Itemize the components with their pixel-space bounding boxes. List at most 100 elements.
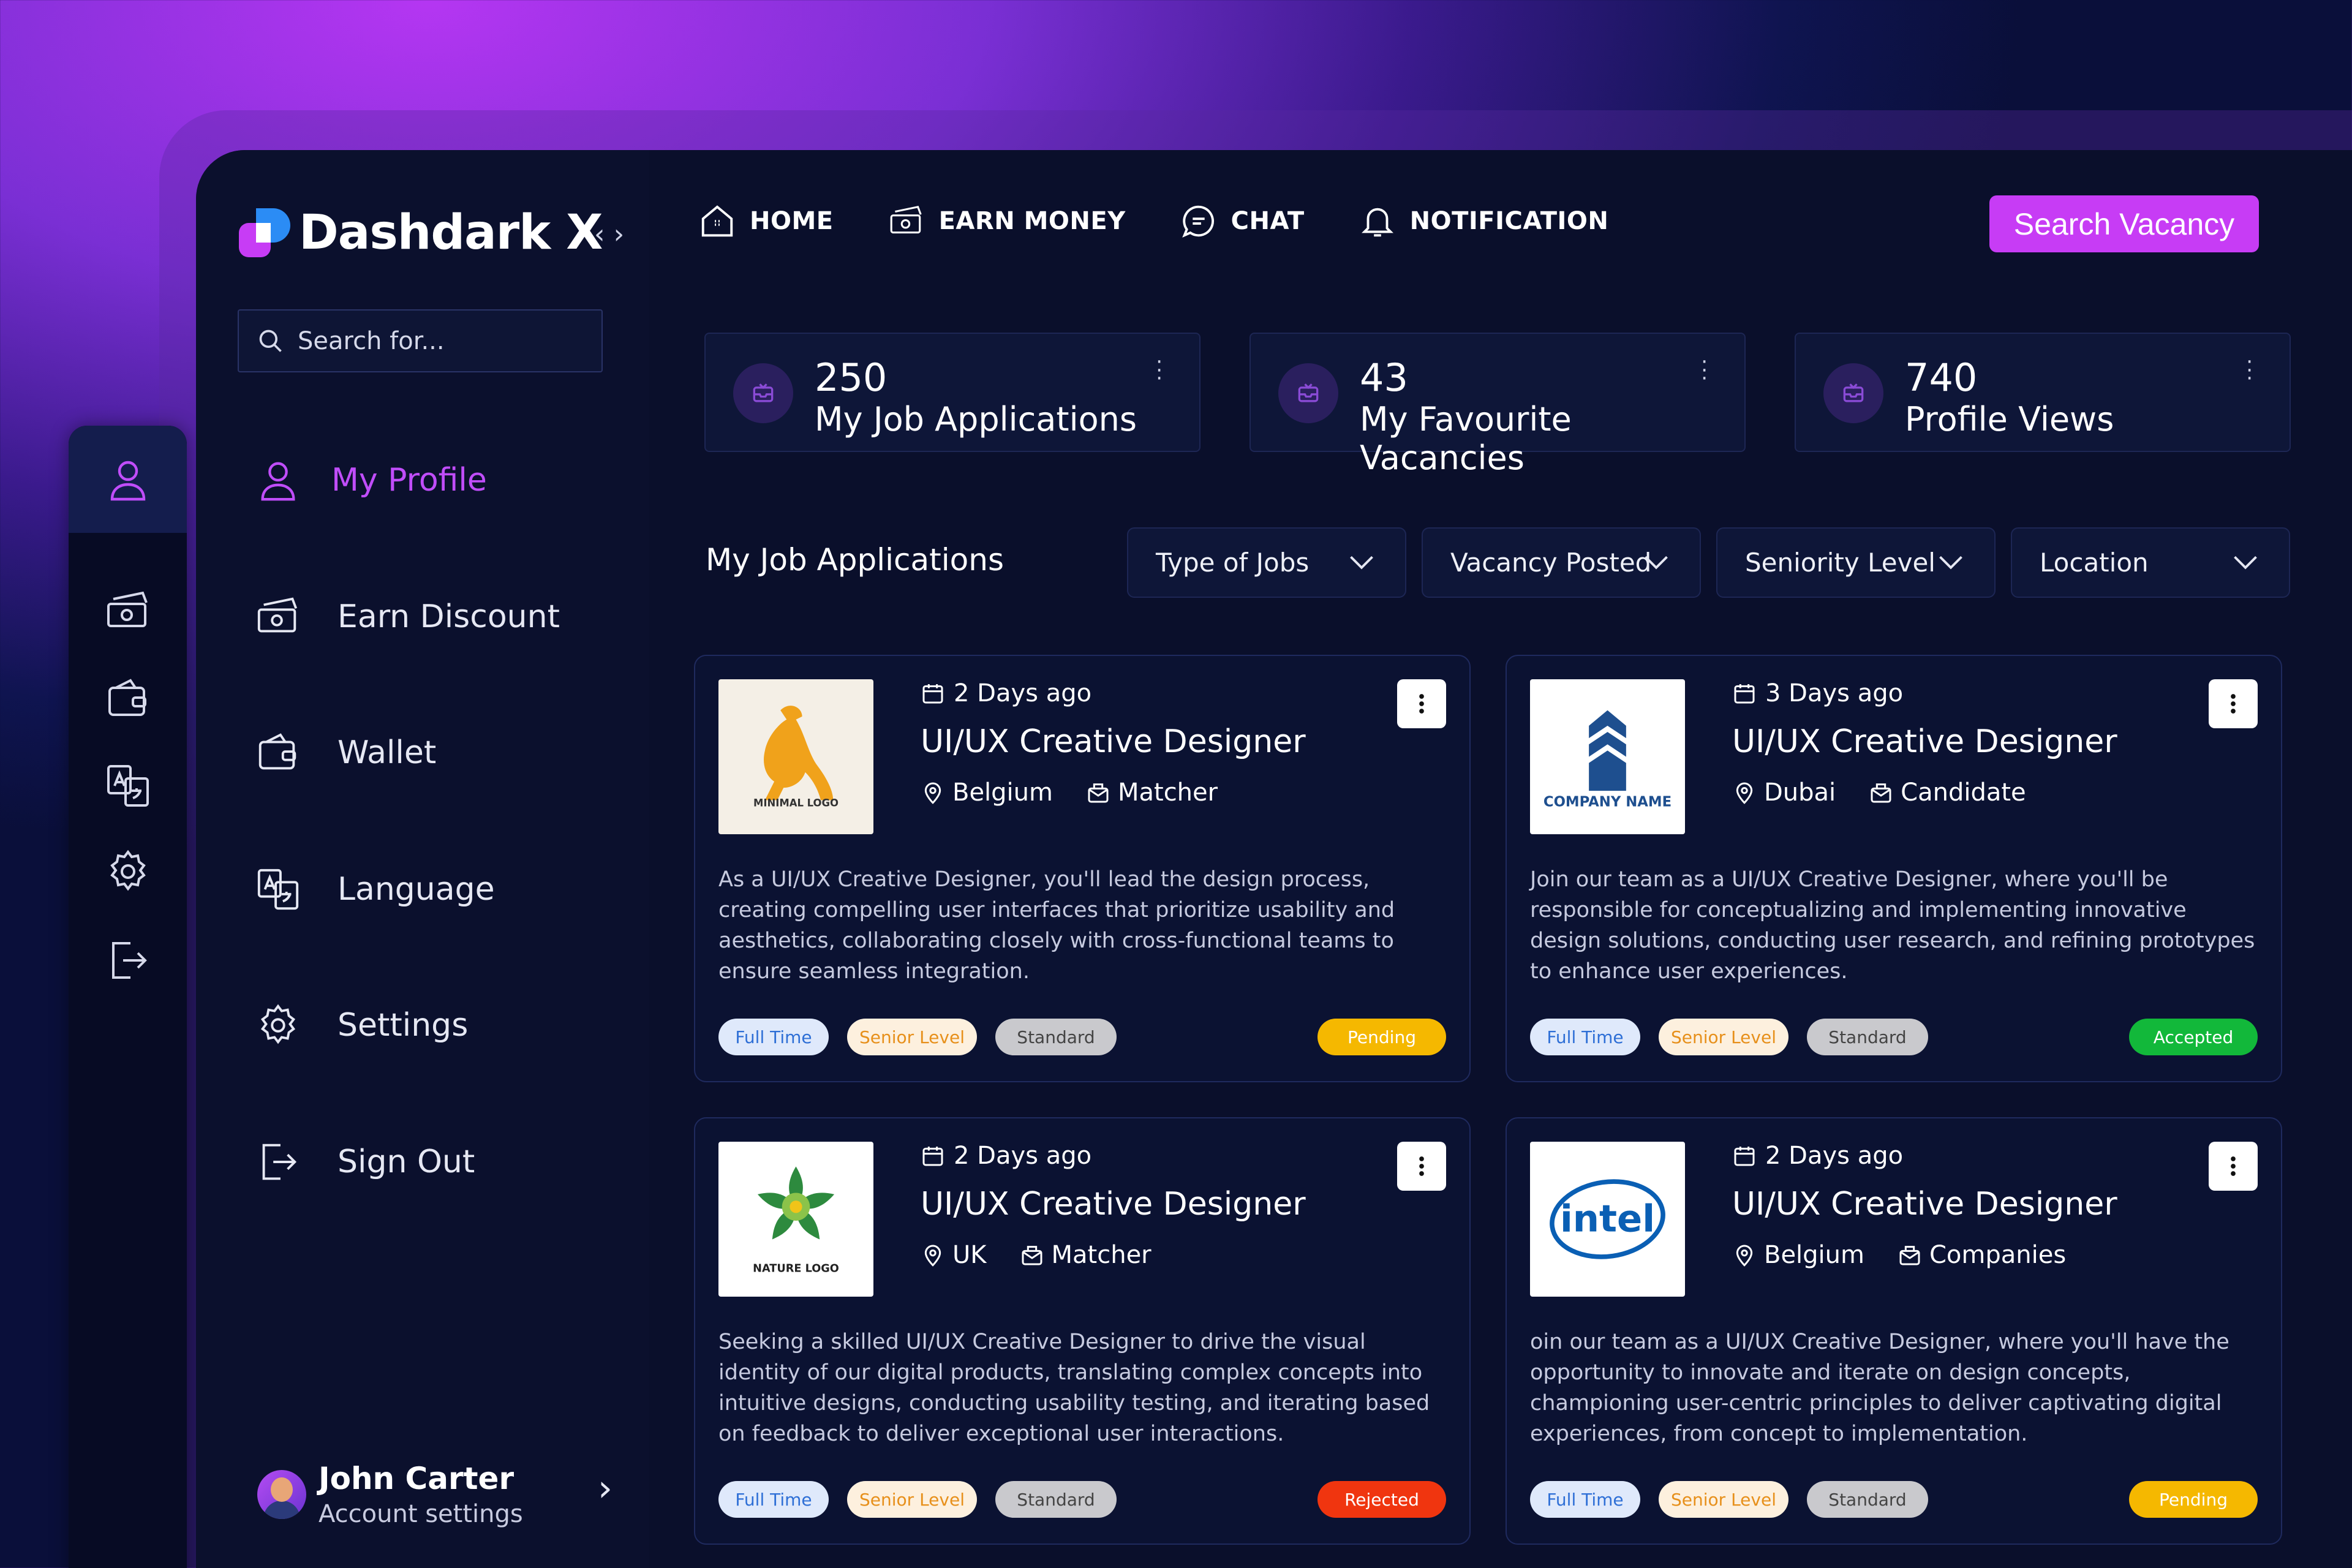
more-vertical-icon[interactable] [1397, 679, 1446, 728]
nav-chat[interactable]: CHAT [1180, 202, 1305, 240]
sidebar-item-earn-discount[interactable]: Earn Discount [254, 593, 560, 641]
user-name: John Carter [318, 1461, 514, 1496]
mail-icon [1088, 783, 1109, 803]
date-text: 3 Days ago [1765, 679, 1904, 707]
job-card[interactable]: MINIMAL LOGO 2 Days ago UI/UX Creative D… [694, 655, 1471, 1082]
job-card[interactable]: NATURE LOGO 2 Days ago UI/UX Creative De… [694, 1117, 1471, 1545]
stat-label: My Job Applications [815, 400, 1137, 439]
sidebar-item-label: Language [337, 871, 495, 908]
location-pin-icon [924, 1245, 941, 1267]
sidebar-item-label: Sign Out [337, 1144, 475, 1180]
gear-icon [110, 850, 146, 891]
sidebar-item-language[interactable]: Language [254, 865, 495, 913]
mail-icon [1022, 1246, 1042, 1265]
more-vertical-icon[interactable]: · · · [2246, 352, 2253, 389]
job-type: Matcher [1051, 1241, 1152, 1269]
rail-signout-button[interactable] [69, 907, 187, 1014]
date-text: 2 Days ago [954, 679, 1092, 707]
filter-label: Type of Jobs [1156, 548, 1310, 578]
sidebar-item-settings[interactable]: Settings [254, 1001, 468, 1049]
stat-card-profile-views[interactable]: 740 Profile Views · · · [1795, 333, 2291, 452]
more-vertical-icon[interactable]: · · · [1701, 352, 1708, 389]
inbox-icon [1278, 363, 1338, 423]
search-input[interactable]: Search for... [238, 309, 603, 372]
sidebar-item-sign-out[interactable]: Sign Out [254, 1138, 475, 1186]
sidebar-item-wallet[interactable]: Wallet [254, 729, 436, 777]
stat-value: 43 [1360, 355, 1408, 400]
code-brackets-icon[interactable]: ‹ › [594, 219, 624, 250]
tag-senior-level: Senior Level [1659, 1019, 1789, 1055]
job-card[interactable]: COMPANY NAME 3 Days ago UI/UX Creative D… [1506, 655, 2282, 1082]
brand-logo[interactable]: Dashdark X [239, 205, 603, 260]
job-meta: Belgium Companies [1732, 1241, 2066, 1269]
stat-card-favourite-vacancies[interactable]: 43 My Favourite Vacancies · · · [1250, 333, 1746, 477]
logo-text: intel [1560, 1198, 1655, 1241]
filter-type-of-jobs[interactable]: Type of Jobs [1127, 527, 1406, 598]
chevron-down-icon [2234, 556, 2257, 570]
tag-senior-level: Senior Level [847, 1019, 977, 1055]
sidebar: Dashdark X ‹ › Search for... My Profile … [196, 150, 649, 1568]
status-badge: Pending [1317, 1019, 1446, 1055]
company-logo: MINIMAL LOGO [718, 679, 873, 834]
nav-home[interactable]: HOME [698, 202, 834, 240]
nav-label: EARN MONEY [938, 207, 1126, 235]
nav-earn-money[interactable]: EARN MONEY [888, 202, 1126, 240]
tag-standard: Standard [1807, 1019, 1928, 1055]
date-text: 2 Days ago [954, 1142, 1092, 1170]
sidebar-item-my-profile[interactable]: My Profile [254, 456, 487, 504]
logo-text: NATURE LOGO [753, 1263, 839, 1275]
job-location: Belgium [952, 778, 1053, 807]
filter-label: Vacancy Posted [1450, 548, 1652, 578]
nav-notification[interactable]: NOTIFICATION [1359, 202, 1609, 240]
filter-vacancy-posted[interactable]: Vacancy Posted [1422, 527, 1701, 598]
logout-icon [262, 1144, 297, 1180]
brand-name: Dashdark X [299, 205, 603, 260]
location-pin-icon [1736, 1245, 1753, 1267]
job-location: Belgium [1764, 1241, 1864, 1269]
more-vertical-icon[interactable] [2209, 1142, 2258, 1191]
job-card[interactable]: intel 2 Days ago UI/UX Creative Designer… [1506, 1117, 2282, 1545]
status-badge: Accepted [2129, 1019, 2258, 1055]
posted-date: 2 Days ago [921, 679, 1091, 707]
job-description: Seeking a skilled UI/UX Creative Designe… [718, 1330, 1430, 1446]
search-icon [259, 330, 282, 352]
filter-location[interactable]: Location [2011, 527, 2290, 598]
wallet-icon [108, 678, 146, 716]
search-vacancy-button[interactable]: Search Vacancy [1989, 195, 2259, 252]
job-location: Dubai [1764, 778, 1836, 807]
bell-icon [1361, 208, 1393, 237]
job-description: Join our team as a UI/UX Creative Design… [1530, 867, 2255, 984]
tag-full-time: Full Time [1530, 1481, 1640, 1518]
more-vertical-icon[interactable] [2209, 679, 2258, 728]
job-type: Companies [1929, 1241, 2067, 1269]
company-logo: intel [1530, 1142, 1685, 1297]
account-settings-button[interactable]: John Carter Account settings › [257, 1461, 612, 1528]
stat-value: 740 [1905, 355, 1978, 400]
gear-icon [260, 1004, 296, 1044]
location-pin-icon [924, 782, 941, 804]
nav-label: NOTIFICATION [1409, 207, 1609, 235]
chevron-down-icon [1645, 556, 1668, 570]
logout-icon [111, 941, 147, 979]
posted-date: 2 Days ago [1732, 1142, 1903, 1170]
rail-profile-button[interactable] [69, 426, 187, 533]
job-tags: Full Time Senior Level Standard [718, 1481, 1135, 1518]
search-placeholder: Search for... [298, 326, 445, 355]
brand-mark-icon [239, 206, 293, 260]
inbox-icon [733, 363, 793, 423]
job-meta: Dubai Candidate [1732, 778, 2026, 807]
filter-seniority-level[interactable]: Seniority Level [1716, 527, 1996, 598]
stat-label: Profile Views [1905, 400, 2114, 439]
more-vertical-icon[interactable] [1397, 1142, 1446, 1191]
mail-icon [1899, 1246, 1920, 1265]
logo-text: MINIMAL LOGO [753, 797, 839, 809]
tag-standard: Standard [1807, 1481, 1928, 1518]
stat-card-job-applications[interactable]: 250 My Job Applications · · · [704, 333, 1200, 452]
icon-rail [69, 426, 187, 1568]
section-title: My Job Applications [706, 542, 1005, 578]
sidebar-item-label: Wallet [337, 734, 437, 771]
tag-full-time: Full Time [718, 1019, 829, 1055]
translate-icon [257, 869, 299, 910]
nav-label: HOME [750, 207, 834, 235]
more-vertical-icon[interactable]: · · · [1156, 352, 1163, 389]
